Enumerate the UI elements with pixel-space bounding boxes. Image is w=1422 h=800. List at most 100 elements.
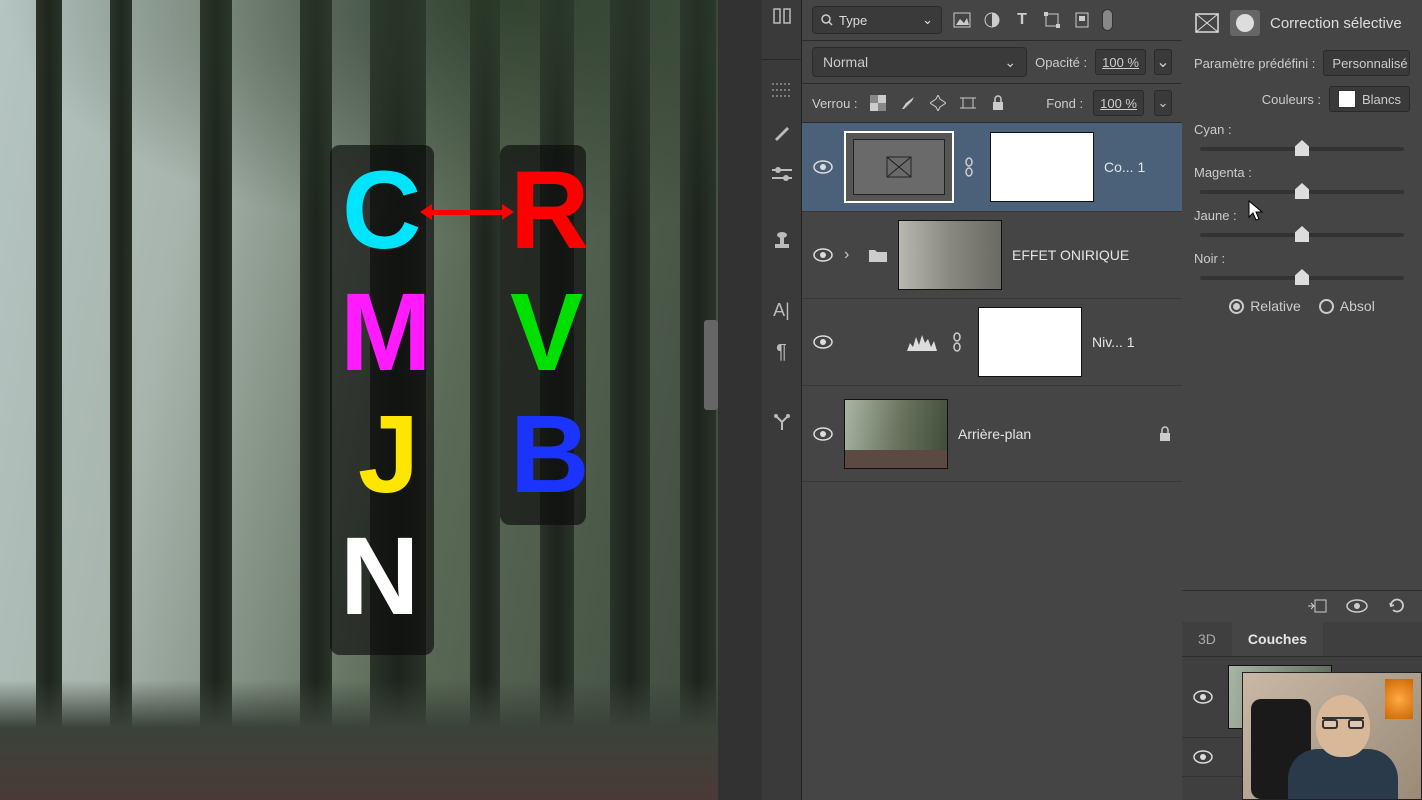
lock-icon [1158,426,1172,442]
link-icon[interactable] [964,157,980,177]
layer-list: Co... 1 › EFFET ONIRIQUE Niv... 1 Arrièr… [802,123,1182,482]
colors-select[interactable]: Blancs [1329,86,1410,112]
magenta-slider-label: Magenta : [1194,165,1410,180]
filter-pixel-icon[interactable] [952,10,972,30]
visibility-eye-icon[interactable] [812,244,834,266]
tools-icon[interactable] [770,410,794,434]
fill-value[interactable]: 100 % [1093,90,1144,116]
visibility-eye-icon[interactable] [812,423,834,445]
canvas-scrollbar-thumb[interactable] [704,320,718,410]
link-icon[interactable] [952,332,968,352]
visibility-eye-icon[interactable] [1192,746,1214,768]
adjustment-thumbnail[interactable] [844,131,954,203]
layer-row[interactable]: Arrière-plan [802,386,1182,482]
character-icon[interactable]: A| [770,298,794,322]
filter-smart-icon[interactable] [1072,10,1092,30]
slider-thumb[interactable] [1295,226,1309,242]
opacity-value[interactable]: 100 % [1095,49,1146,75]
stamp-icon[interactable] [770,228,794,252]
opacity-dropdown[interactable]: ⌄ [1154,49,1172,75]
rail-icon-1[interactable] [770,4,794,28]
collapsed-panel-rail: A| ¶ [762,0,802,800]
fill-dropdown[interactable]: ⌄ [1154,90,1172,116]
method-relative[interactable]: Relative [1229,298,1301,314]
selective-color-adjustment-icon[interactable] [1194,10,1220,36]
layer-name[interactable]: Co... 1 [1104,159,1172,175]
layer-name[interactable]: EFFET ONIRIQUE [1012,247,1172,263]
visibility-eye-icon[interactable] [812,156,834,178]
opacity-label: Opacité : [1035,55,1087,70]
letter-v: V [510,278,583,388]
filter-shape-icon[interactable] [1042,10,1062,30]
letter-m: M [340,278,432,388]
letter-j: J [358,400,419,510]
canvas-area[interactable]: C M J N R V B [0,0,718,800]
lock-image-icon[interactable] [898,93,918,113]
letter-b: B [510,400,589,510]
mask-panel-icon[interactable] [1230,10,1260,36]
layer-name[interactable]: Arrière-plan [958,426,1148,442]
lock-artboard-icon[interactable] [958,93,978,113]
cyan-slider-label: Cyan : [1194,122,1410,137]
group-mask-thumbnail[interactable] [898,220,1002,290]
cyan-slider[interactable] [1200,147,1404,151]
jaune-slider-label: Jaune : [1194,208,1410,223]
layer-thumbnail[interactable] [844,399,948,469]
arrow-head-left [420,204,432,220]
visibility-eye-icon[interactable] [1192,686,1214,708]
search-icon [821,14,833,26]
brush-icon[interactable] [770,120,794,144]
layer-filter-type[interactable]: Type ⌄ [812,6,942,34]
letter-c: C [342,156,421,266]
lock-all-icon[interactable] [988,93,1008,113]
lock-transparency-icon[interactable] [868,93,888,113]
layer-row[interactable]: › EFFET ONIRIQUE [802,212,1182,299]
slider-thumb[interactable] [1295,183,1309,199]
filter-type-icon[interactable]: T [1012,10,1032,30]
view-previous-icon[interactable] [1346,595,1368,617]
levels-icon [902,331,942,353]
lock-label: Verrou : [812,96,858,111]
paragraph-icon[interactable]: ¶ [770,340,794,364]
method-absolute[interactable]: Absol [1319,298,1375,314]
clip-to-layer-icon[interactable] [1306,595,1328,617]
reset-icon[interactable] [1386,595,1408,617]
adjustment-title: Correction sélective [1270,15,1402,32]
colors-label: Couleurs : [1262,92,1321,107]
layer-row[interactable]: Co... 1 [802,123,1182,212]
arrow-c-r [430,210,504,215]
letter-r: R [510,156,589,266]
filter-toggle[interactable] [1102,9,1113,31]
letter-n: N [340,522,419,632]
webcam-overlay [1242,672,1422,800]
blend-mode-value: Normal [823,54,868,70]
properties-footer [1182,590,1422,622]
disclosure-chevron-icon[interactable]: › [844,246,858,264]
layer-filter-label: Type [839,13,867,28]
filter-adjustment-icon[interactable] [982,10,1002,30]
visibility-eye-icon[interactable] [812,331,834,353]
fill-label: Fond : [1046,96,1083,111]
arrow-head-right [502,204,514,220]
align-icon[interactable] [770,78,794,102]
radio-checked-icon [1229,299,1244,314]
tab-couches[interactable]: Couches [1232,622,1323,656]
layer-row[interactable]: Niv... 1 [802,299,1182,386]
layer-mask-thumbnail[interactable] [978,307,1082,377]
noir-slider[interactable] [1200,276,1404,280]
slider-thumb[interactable] [1295,140,1309,156]
layer-mask-thumbnail[interactable] [990,132,1094,202]
layer-name[interactable]: Niv... 1 [1092,334,1172,350]
slider-thumb[interactable] [1295,269,1309,285]
preset-select[interactable]: Personnalisé [1323,50,1410,76]
sliders-icon[interactable] [770,162,794,186]
jaune-slider[interactable] [1200,233,1404,237]
layers-panel: Type ⌄ T Normal ⌄ Opacité : 100 % ⌄ Verr… [802,0,1182,800]
blend-mode-select[interactable]: Normal ⌄ [812,47,1027,77]
magenta-slider[interactable] [1200,190,1404,194]
noir-slider-label: Noir : [1194,251,1410,266]
selective-color-icon [886,156,912,178]
tab-3d[interactable]: 3D [1182,622,1232,656]
lock-position-icon[interactable] [928,93,948,113]
color-swatch [1338,90,1356,108]
